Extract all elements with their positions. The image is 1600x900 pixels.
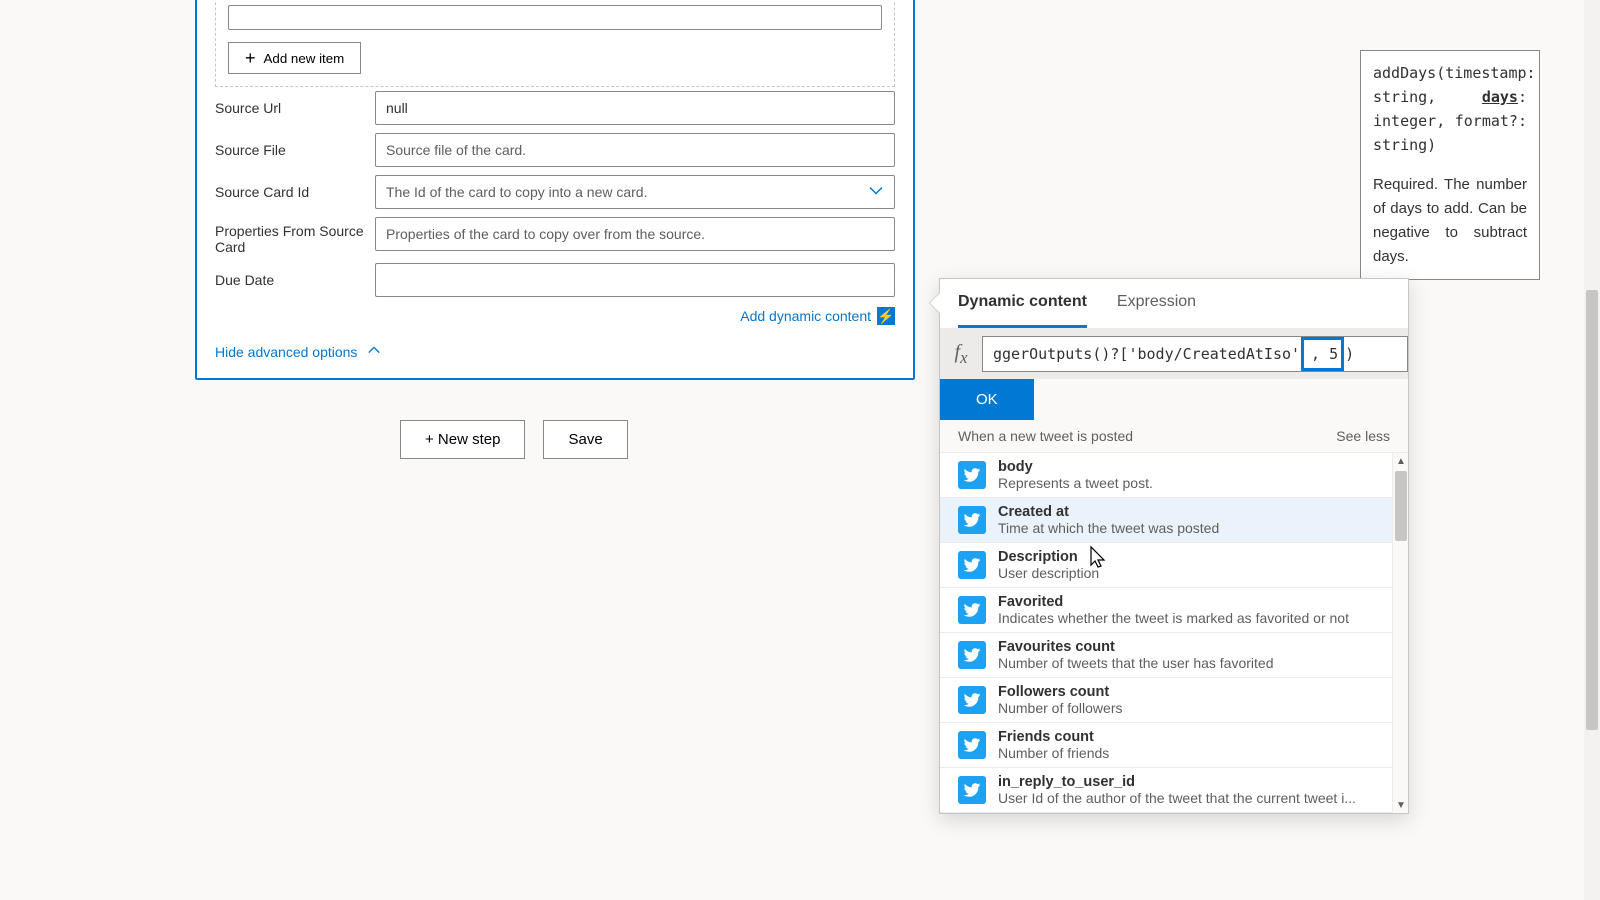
source-url-label: Source Url	[215, 100, 375, 116]
dc-item[interactable]: FavoritedIndicates whether the tweet is …	[940, 588, 1408, 633]
dc-item-title: body	[998, 459, 1153, 475]
add-dynamic-content-link[interactable]: Add dynamic content ⚡	[197, 301, 913, 327]
dc-item-list: bodyRepresents a tweet post.Created atTi…	[940, 453, 1408, 813]
dc-item[interactable]: Followers countNumber of followers	[940, 678, 1408, 723]
scroll-thumb[interactable]	[1395, 471, 1407, 541]
dc-item-title: Followers count	[998, 684, 1123, 700]
repeating-items-box: + Add new item	[215, 0, 895, 87]
twitter-icon	[958, 551, 986, 579]
dc-item-desc: Number of tweets that the user has favor…	[998, 655, 1273, 671]
plus-icon: +	[245, 49, 256, 67]
ok-button[interactable]: OK	[940, 379, 1034, 420]
dc-item-title: in_reply_to_user_id	[998, 774, 1356, 790]
twitter-icon	[958, 731, 986, 759]
dc-item-title: Favourites count	[998, 639, 1273, 655]
lightning-icon: ⚡	[877, 307, 895, 325]
due-date-label: Due Date	[215, 272, 375, 288]
dc-item[interactable]: bodyRepresents a tweet post.	[940, 453, 1408, 498]
save-button[interactable]: Save	[543, 420, 627, 459]
page-scrollbar[interactable]	[1584, 0, 1600, 900]
scroll-up-icon[interactable]: ▲	[1393, 453, 1408, 469]
add-item-label: Add new item	[264, 51, 345, 66]
props-from-src-label: Properties From Source Card	[215, 217, 375, 255]
flyout-beak	[930, 293, 940, 313]
twitter-icon	[958, 641, 986, 669]
expression-input[interactable]: ggerOutputs()?['body/CreatedAtIso', 5)	[982, 336, 1408, 372]
page-scroll-thumb[interactable]	[1586, 290, 1598, 730]
tab-dynamic-content[interactable]: Dynamic content	[958, 279, 1087, 328]
dc-item[interactable]: Created atTime at which the tweet was po…	[940, 498, 1408, 543]
dc-item-desc: User Id of the author of the tweet that …	[998, 790, 1356, 806]
twitter-icon	[958, 686, 986, 714]
fx-icon: fx	[940, 341, 982, 368]
twitter-icon	[958, 776, 986, 804]
expression-bar: fx ggerOutputs()?['body/CreatedAtIso', 5…	[940, 329, 1408, 420]
props-from-src-input[interactable]: Properties of the card to copy over from…	[375, 217, 895, 251]
dc-item[interactable]: in_reply_to_user_idUser Id of the author…	[940, 768, 1408, 813]
dc-item-desc: Indicates whether the tweet is marked as…	[998, 610, 1349, 626]
scroll-down-icon[interactable]: ▼	[1393, 797, 1408, 813]
dc-section-title: When a new tweet is posted	[958, 428, 1133, 444]
dc-section-header: When a new tweet is posted See less	[940, 420, 1408, 453]
dc-item-desc: User description	[998, 565, 1099, 581]
dynamic-content-flyout: Dynamic content Expression fx ggerOutput…	[939, 278, 1409, 814]
expression-cursor-highlight: , 5	[1301, 337, 1344, 371]
dc-item-desc: Represents a tweet post.	[998, 475, 1153, 491]
tooltip-description: Required. The number of days to add. Can…	[1373, 173, 1527, 269]
tooltip-signature: addDays(timestamp: string, days: integer…	[1373, 61, 1527, 157]
source-file-input[interactable]: Source file of the card.	[375, 133, 895, 167]
flyout-scrollbar[interactable]: ▲ ▼	[1392, 453, 1408, 813]
dc-item[interactable]: DescriptionUser description	[940, 543, 1408, 588]
dc-item-desc: Number of followers	[998, 700, 1123, 716]
flow-footer-buttons: + New step Save	[400, 420, 628, 459]
twitter-icon	[958, 596, 986, 624]
dc-item[interactable]: Favourites countNumber of tweets that th…	[940, 633, 1408, 678]
dc-item[interactable]: Friends countNumber of friends	[940, 723, 1408, 768]
source-file-label: Source File	[215, 142, 375, 158]
dc-item-desc: Time at which the tweet was posted	[998, 520, 1219, 536]
dc-item-desc: Number of friends	[998, 745, 1109, 761]
dc-item-title: Description	[998, 549, 1099, 565]
item-input[interactable]	[228, 5, 882, 30]
chevron-up-icon	[367, 343, 381, 360]
twitter-icon	[958, 461, 986, 489]
new-step-button[interactable]: + New step	[400, 420, 525, 459]
tab-expression[interactable]: Expression	[1117, 279, 1196, 328]
see-less-link[interactable]: See less	[1336, 428, 1390, 444]
flow-action-card: + Add new item Source Url null Source Fi…	[195, 0, 915, 380]
twitter-icon	[958, 506, 986, 534]
function-tooltip: addDays(timestamp: string, days: integer…	[1360, 50, 1540, 280]
add-new-item-button[interactable]: + Add new item	[228, 42, 361, 74]
due-date-input[interactable]	[375, 263, 895, 297]
dc-item-title: Created at	[998, 504, 1219, 520]
source-url-input[interactable]: null	[375, 91, 895, 125]
dc-item-title: Favorited	[998, 594, 1349, 610]
source-card-id-label: Source Card Id	[215, 184, 375, 200]
chevron-down-icon	[868, 183, 884, 202]
dc-item-title: Friends count	[998, 729, 1109, 745]
source-card-id-picker[interactable]: The Id of the card to copy into a new ca…	[375, 175, 895, 209]
flyout-tabs: Dynamic content Expression	[940, 279, 1408, 329]
hide-advanced-toggle[interactable]: Hide advanced options	[197, 327, 913, 378]
